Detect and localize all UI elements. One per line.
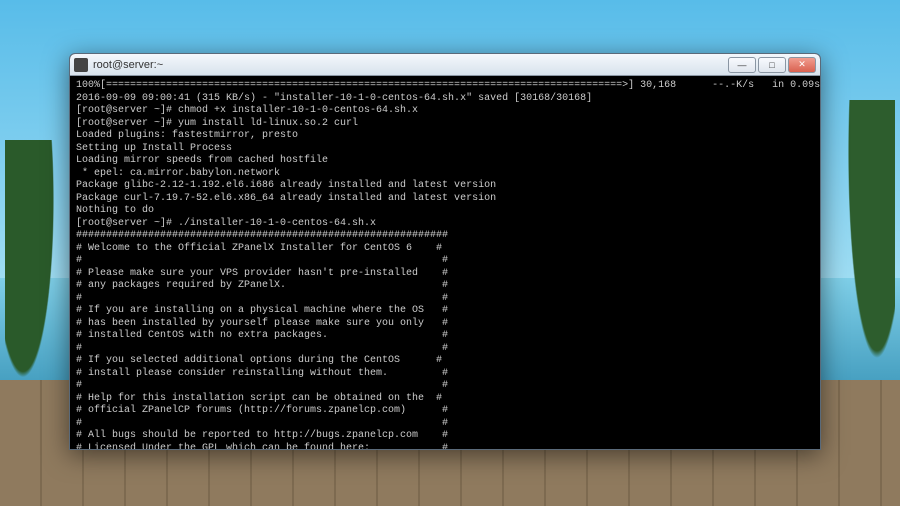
- terminal-line: # All bugs should be reported to http://…: [76, 430, 814, 443]
- terminal-line: # Help for this installation script can …: [76, 393, 814, 406]
- terminal-line: # Licensed Under the GPL which can be fo…: [76, 443, 814, 450]
- terminal-line: # #: [76, 293, 814, 306]
- terminal-line: # #: [76, 255, 814, 268]
- title-bar[interactable]: root@server:~ — □ ✕: [70, 54, 820, 76]
- terminal-line: Nothing to do: [76, 205, 814, 218]
- terminal-line: 100%[===================================…: [76, 80, 814, 93]
- terminal-line: 2016-09-09 09:00:41 (315 KB/s) - "instal…: [76, 93, 814, 106]
- terminal-line: # any packages required by ZPanelX. #: [76, 280, 814, 293]
- putty-icon: [74, 58, 88, 72]
- terminal-line: # #: [76, 418, 814, 431]
- terminal-line: # If you selected additional options dur…: [76, 355, 814, 368]
- terminal-line: # Please make sure your VPS provider has…: [76, 268, 814, 281]
- terminal-line: [root@server ~]# ./installer-10-1-0-cent…: [76, 218, 814, 231]
- close-button[interactable]: ✕: [788, 57, 816, 73]
- terminal-line: # has been installed by yourself please …: [76, 318, 814, 331]
- minimize-button[interactable]: —: [728, 57, 756, 73]
- terminal-line: # #: [76, 343, 814, 356]
- terminal-line: [root@server ~]# yum install ld-linux.so…: [76, 118, 814, 131]
- terminal-window: root@server:~ — □ ✕ 100%[===============…: [69, 53, 821, 450]
- terminal-line: # Welcome to the Official ZPanelX Instal…: [76, 243, 814, 256]
- maximize-button[interactable]: □: [758, 57, 786, 73]
- background-palm-left: [5, 140, 65, 440]
- terminal-line: * epel: ca.mirror.babylon.network: [76, 168, 814, 181]
- background-palm-right: [835, 100, 895, 450]
- terminal-output[interactable]: 100%[===================================…: [70, 76, 820, 449]
- window-title: root@server:~: [93, 59, 728, 71]
- terminal-line: # #: [76, 380, 814, 393]
- terminal-line: # install please consider reinstalling w…: [76, 368, 814, 381]
- window-controls: — □ ✕: [728, 57, 816, 73]
- terminal-line: Setting up Install Process: [76, 143, 814, 156]
- terminal-line: # official ZPanelCP forums (http://forum…: [76, 405, 814, 418]
- terminal-line: # installed CentOS with no extra package…: [76, 330, 814, 343]
- terminal-line: Package glibc-2.12-1.192.el6.i686 alread…: [76, 180, 814, 193]
- terminal-line: Package curl-7.19.7-52.el6.x86_64 alread…: [76, 193, 814, 206]
- terminal-line: Loading mirror speeds from cached hostfi…: [76, 155, 814, 168]
- terminal-line: # If you are installing on a physical ma…: [76, 305, 814, 318]
- terminal-line: Loaded plugins: fastestmirror, presto: [76, 130, 814, 143]
- terminal-line: ########################################…: [76, 230, 814, 243]
- terminal-line: [root@server ~]# chmod +x installer-10-1…: [76, 105, 814, 118]
